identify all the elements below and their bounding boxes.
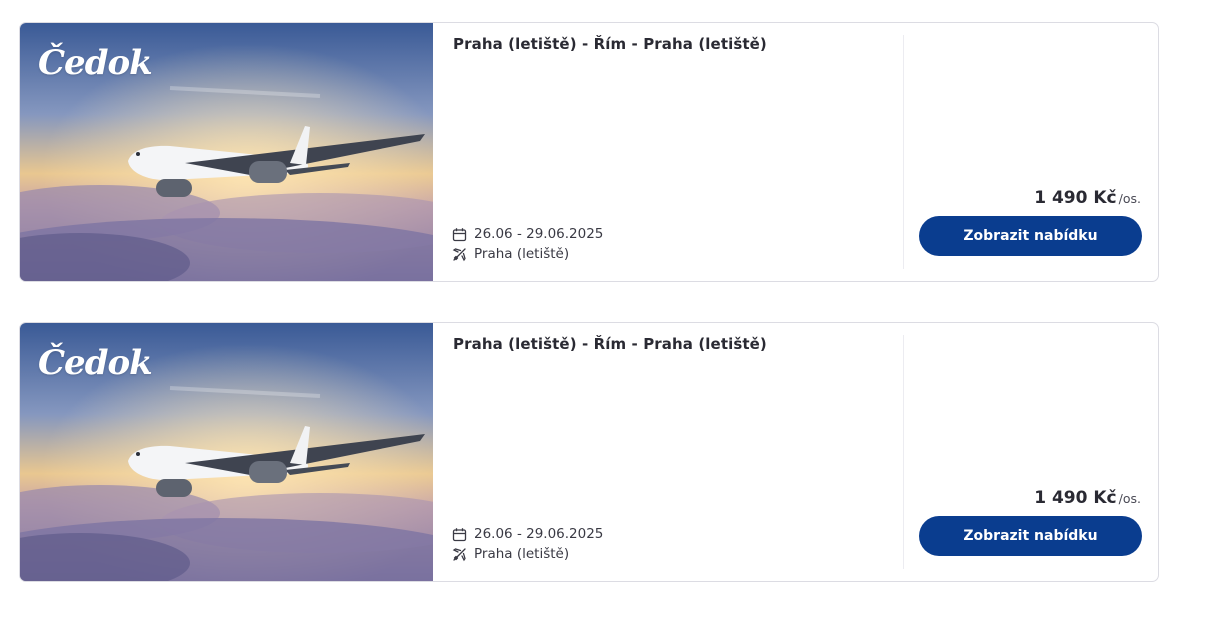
departure-airport: Praha (letiště)	[474, 546, 570, 562]
offer-card[interactable]: Čedok Praha (letiště) - Řím - Praha (let…	[19, 322, 1159, 582]
price: 1 490 Kč/os.	[1034, 188, 1141, 208]
price-value: 1 490 Kč	[1034, 188, 1117, 208]
offer-title[interactable]: Praha (letiště) - Řím - Praha (letiště)	[453, 335, 884, 353]
show-offer-button[interactable]: Zobrazit nabídku	[919, 216, 1142, 256]
price-column: 1 490 Kč/os. Zobrazit nabídku	[904, 323, 1158, 581]
price-unit: /os.	[1118, 491, 1141, 506]
date-row: 26.06 - 29.06.2025	[452, 224, 603, 244]
offer-info: Praha (letiště) - Řím - Praha (letiště) …	[433, 23, 904, 281]
offer-list: Čedok Praha (letiště) - Řím - Praha (let…	[19, 22, 1159, 622]
plane-departure-icon	[452, 547, 466, 561]
plane-departure-icon	[452, 247, 466, 261]
departure-airport: Praha (letiště)	[474, 246, 570, 262]
offer-card[interactable]: Čedok Praha (letiště) - Řím - Praha (let…	[19, 22, 1159, 282]
offer-meta: 26.06 - 29.06.2025 Praha (letiště)	[452, 524, 603, 564]
price-unit: /os.	[1118, 191, 1141, 206]
offer-photo[interactable]: Čedok	[20, 323, 433, 581]
departure-row: Praha (letiště)	[452, 544, 603, 564]
date-range: 26.06 - 29.06.2025	[474, 526, 604, 542]
price-value: 1 490 Kč	[1034, 488, 1117, 508]
offer-meta: 26.06 - 29.06.2025 Praha (letiště)	[452, 224, 603, 264]
offer-info: Praha (letiště) - Řím - Praha (letiště) …	[433, 323, 904, 581]
date-range: 26.06 - 29.06.2025	[474, 226, 604, 242]
departure-row: Praha (letiště)	[452, 244, 603, 264]
calendar-icon	[452, 527, 467, 541]
cedok-logo: Čedok	[38, 343, 153, 383]
price: 1 490 Kč/os.	[1034, 488, 1141, 508]
show-offer-button[interactable]: Zobrazit nabídku	[919, 516, 1142, 556]
offer-title[interactable]: Praha (letiště) - Řím - Praha (letiště)	[453, 35, 884, 53]
cedok-logo: Čedok	[38, 43, 153, 83]
calendar-icon	[452, 227, 467, 241]
date-row: 26.06 - 29.06.2025	[452, 524, 603, 544]
offer-photo[interactable]: Čedok	[20, 23, 433, 281]
price-column: 1 490 Kč/os. Zobrazit nabídku	[904, 23, 1158, 281]
